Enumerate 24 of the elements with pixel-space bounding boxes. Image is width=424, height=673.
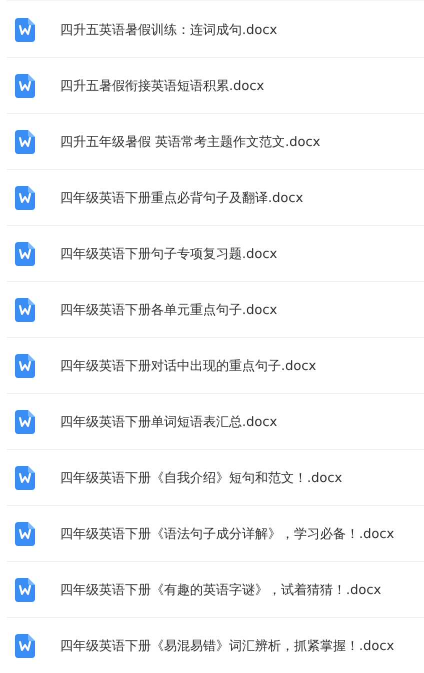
file-name[interactable]: 四升五年级暑假 英语常考主题作文范文.docx xyxy=(60,132,320,150)
word-document-icon xyxy=(15,578,35,602)
word-document-icon xyxy=(15,74,35,98)
file-name[interactable]: 四升五暑假衔接英语短语积累.docx xyxy=(60,76,264,94)
file-name[interactable]: 四年级英语下册各单元重点句子.docx xyxy=(60,300,278,318)
file-name[interactable]: 四年级英语下册《易混易错》词汇辨析，抓紧掌握！.docx xyxy=(60,636,394,654)
word-document-icon xyxy=(15,634,35,658)
word-document-icon xyxy=(15,410,35,434)
file-name[interactable]: 四年级英语下册《有趣的英语字谜》，试着猜猜！.docx xyxy=(60,580,382,598)
file-name[interactable]: 四年级英语下册单词短语表汇总.docx xyxy=(60,412,278,430)
word-document-icon xyxy=(15,354,35,378)
word-document-icon xyxy=(15,242,35,266)
word-document-icon xyxy=(15,466,35,490)
file-name[interactable]: 四升五英语暑假训练：连词成句.docx xyxy=(60,20,278,38)
word-document-icon xyxy=(15,130,35,154)
file-name[interactable]: 四年级英语下册句子专项复习题.docx xyxy=(60,244,278,262)
file-name[interactable]: 四年级英语下册对话中出现的重点句子.docx xyxy=(60,356,316,374)
word-document-icon xyxy=(15,18,35,42)
file-name[interactable]: 四年级英语下册《语法句子成分详解》，学习必备！.docx xyxy=(60,524,394,542)
word-document-icon xyxy=(15,186,35,210)
file-name[interactable]: 四年级英语下册重点必背句子及翻译.docx xyxy=(60,188,304,206)
file-name[interactable]: 四年级英语下册《自我介绍》短句和范文！.docx xyxy=(60,468,342,486)
word-document-icon xyxy=(15,298,35,322)
word-document-icon xyxy=(15,522,35,546)
